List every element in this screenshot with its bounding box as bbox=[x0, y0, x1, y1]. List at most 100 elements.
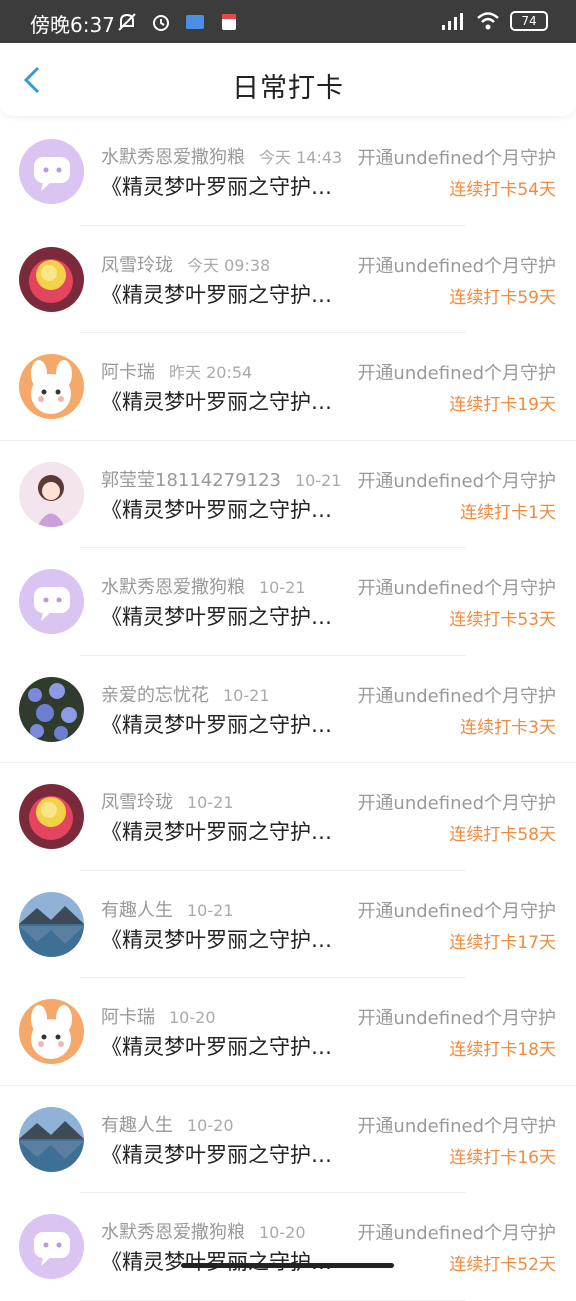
user-name-text: 阿卡瑞 bbox=[101, 362, 155, 383]
avatar[interactable] bbox=[19, 891, 84, 957]
status-time: 傍晚6:37 bbox=[30, 13, 115, 37]
guard-status: 开通undefined个月守护 bbox=[357, 578, 556, 599]
list-item[interactable]: 阿卡瑞 昨天 20:54 《精灵梦叶罗丽之守护… 开通undefined个月守护连续打… bbox=[0, 333, 576, 441]
guard-status: 开通undefined个月守护 bbox=[357, 1223, 556, 1244]
guard-status: 开通undefined个月守护 bbox=[357, 255, 556, 277]
user-name-text: 有趣人生 bbox=[101, 899, 173, 921]
checkin-time: 今天 09:38 bbox=[187, 255, 271, 275]
list-item[interactable]: 水默秀恩爱撒狗粮 今天 14:43 《精灵梦叶罗丽之守护… 开通undefined个月… bbox=[0, 118, 576, 226]
user-name: 阿卡瑞 昨天 20:54 bbox=[101, 358, 252, 384]
streak-badge: 连续打卡58天 bbox=[449, 825, 556, 845]
guard-status: 开通undefined个月守护 bbox=[357, 1008, 556, 1029]
user-name-text: 亲爱的忘忧花 bbox=[101, 684, 209, 706]
user-name: 有趣人生 10-20 bbox=[101, 1111, 234, 1137]
checkin-time: 10-21 bbox=[259, 578, 306, 597]
calendar-icon bbox=[222, 14, 236, 30]
list-item[interactable]: 有趣人生 10-21 《精灵梦叶罗丽之守护… 开通undefined个月守护连续打卡1… bbox=[0, 871, 576, 978]
user-name-text: 水默秀恩爱撒狗粮 bbox=[101, 1222, 245, 1243]
guard-status: 开通undefined个月守护 bbox=[357, 793, 556, 814]
guard-status: 开通undefined个月守护 bbox=[357, 148, 556, 169]
alarm-icon bbox=[153, 15, 169, 31]
list-item[interactable]: 郭莹莹18114279123 10-21 《精灵梦叶罗丽之守护… 开通undefine… bbox=[0, 441, 576, 548]
user-name: 阿卡瑞 10-20 bbox=[101, 1003, 216, 1029]
user-name: 凤雪玲珑 今天 09:38 bbox=[101, 251, 270, 277]
streak-badge: 连续打卡19天 bbox=[449, 395, 556, 415]
checkin-description: 《精灵梦叶罗丽之守护… bbox=[101, 1142, 332, 1167]
checkin-description: 《精灵梦叶罗丽之守护… bbox=[101, 927, 332, 952]
avatar[interactable] bbox=[19, 676, 84, 742]
user-name-text: 阿卡瑞 bbox=[101, 1007, 155, 1028]
list-item[interactable]: 凤雪玲珑 今天 09:38 《精灵梦叶罗丽之守护… 开通undefined个月守护连续… bbox=[0, 226, 576, 333]
user-name: 凤雪玲珑 10-21 bbox=[101, 788, 234, 814]
list-item[interactable]: 阿卡瑞 10-20 《精灵梦叶罗丽之守护… 开通undefined个月守护连续打卡18… bbox=[0, 978, 576, 1086]
streak-badge: 连续打卡54天 bbox=[449, 180, 556, 200]
list-item[interactable]: 有趣人生 10-20 《精灵梦叶罗丽之守护… 开通undefined个月守护连续打卡1… bbox=[0, 1086, 576, 1193]
list-item[interactable]: 亲爱的忘忧花 10-21 《精灵梦叶罗丽之守护… 开通undefined个月守护 连续打… bbox=[0, 656, 576, 763]
user-name-text: 有趣人生 bbox=[101, 1114, 173, 1136]
user-name: 水默秀恩爱撒狗粮 10-20 bbox=[101, 1218, 306, 1244]
list-item[interactable]: 水默秀恩爱撒狗粮 10-20 《精灵梦叶罗丽之守护… 开通undefined个月守护连… bbox=[0, 1193, 576, 1301]
avatar[interactable] bbox=[19, 354, 84, 419]
checkin-time: 今天 14:43 bbox=[259, 148, 343, 167]
checkin-list: 水默秀恩爱撒狗粮 今天 14:43 《精灵梦叶罗丽之守护… 开通undefined个月… bbox=[0, 118, 576, 1301]
page-header: 日常打卡 bbox=[0, 43, 576, 116]
guard-status: 开通undefined个月守护 bbox=[357, 685, 556, 707]
checkin-description: 《精灵梦叶罗丽之守护… bbox=[101, 497, 332, 522]
row-divider bbox=[80, 1299, 466, 1301]
checkin-time: 10-21 bbox=[223, 685, 270, 705]
checkin-description: 《精灵梦叶罗丽之守护… bbox=[101, 390, 332, 414]
streak-badge: 连续打卡18天 bbox=[449, 1040, 556, 1060]
checkin-time: 10-21 bbox=[187, 900, 234, 920]
checkin-description: 《精灵梦叶罗丽之守护… bbox=[101, 1035, 332, 1059]
mute-icon bbox=[118, 13, 136, 31]
avatar[interactable] bbox=[19, 569, 84, 634]
battery-indicator: 74 bbox=[510, 11, 548, 31]
home-indicator[interactable] bbox=[181, 1263, 394, 1268]
user-name: 水默秀恩爱撒狗粮 10-21 bbox=[101, 573, 306, 599]
checkin-description: 《精灵梦叶罗丽之守护… bbox=[101, 175, 332, 199]
streak-badge: 连续打卡52天 bbox=[449, 1255, 556, 1275]
avatar[interactable] bbox=[19, 461, 84, 527]
checkin-time: 10-21 bbox=[187, 793, 234, 812]
guard-status: 开通undefined个月守护 bbox=[357, 1115, 556, 1137]
user-name-text: 郭莹莹18114279123 bbox=[101, 469, 281, 491]
avatar[interactable] bbox=[19, 1106, 84, 1172]
guard-status: 开通undefined个月守护 bbox=[357, 363, 556, 384]
checkin-description: 《精灵梦叶罗丽之守护… bbox=[101, 605, 332, 629]
streak-badge: 连续打卡53天 bbox=[449, 610, 556, 630]
app-notification-icon bbox=[186, 15, 204, 29]
user-name: 有趣人生 10-21 bbox=[101, 896, 234, 922]
streak-badge: 连续打卡17天 bbox=[449, 932, 556, 953]
user-name-text: 水默秀恩爱撒狗粮 bbox=[101, 577, 245, 598]
streak-badge: 连续打卡3天 bbox=[460, 717, 556, 738]
guard-status: 开通undefined个月守护 bbox=[357, 470, 556, 492]
avatar[interactable] bbox=[19, 1214, 84, 1279]
user-name: 水默秀恩爱撒狗粮 今天 14:43 bbox=[101, 143, 342, 169]
user-name-text: 水默秀恩爱撒狗粮 bbox=[101, 147, 245, 168]
user-name: 亲爱的忘忧花 10-21 bbox=[101, 681, 270, 707]
avatar[interactable] bbox=[19, 784, 84, 849]
avatar[interactable] bbox=[19, 139, 84, 204]
guard-status: 开通undefined个月守护 bbox=[357, 900, 556, 922]
user-name-text: 凤雪玲珑 bbox=[101, 254, 173, 276]
streak-badge: 连续打卡1天 bbox=[460, 502, 556, 523]
list-item[interactable]: 凤雪玲珑 10-21 《精灵梦叶罗丽之守护… 开通undefined个月守护连续打卡5… bbox=[0, 763, 576, 871]
checkin-time: 10-20 bbox=[169, 1008, 216, 1027]
user-name-text: 凤雪玲珑 bbox=[101, 792, 173, 813]
list-item[interactable]: 水默秀恩爱撒狗粮 10-21 《精灵梦叶罗丽之守护… 开通undefined个月守护连… bbox=[0, 548, 576, 656]
avatar[interactable] bbox=[19, 246, 84, 312]
checkin-time: 10-21 bbox=[294, 470, 342, 490]
checkin-time: 10-20 bbox=[259, 1223, 306, 1242]
checkin-description: 《精灵梦叶罗丽之守护… bbox=[101, 820, 332, 844]
signal-icon bbox=[442, 13, 463, 30]
avatar[interactable] bbox=[19, 999, 84, 1064]
page-title: 日常打卡 bbox=[232, 73, 344, 104]
checkin-description: 《精灵梦叶罗丽之守护… bbox=[101, 282, 332, 307]
checkin-description: 《精灵梦叶罗丽之守护… bbox=[101, 1250, 332, 1274]
status-bar: 傍晚6:37 74 bbox=[0, 0, 576, 43]
checkin-time: 昨天 20:54 bbox=[169, 363, 253, 382]
user-name: 郭莹莹18114279123 10-21 bbox=[101, 466, 341, 492]
checkin-time: 10-20 bbox=[187, 1115, 234, 1135]
streak-badge: 连续打卡59天 bbox=[449, 287, 556, 308]
streak-badge: 连续打卡16天 bbox=[449, 1147, 556, 1168]
